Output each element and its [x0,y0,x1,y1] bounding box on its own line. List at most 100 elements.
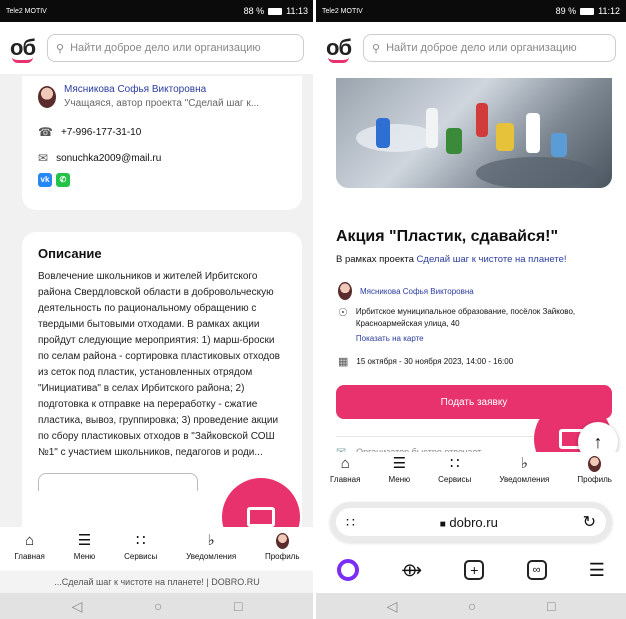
browser-address-bar[interactable]: ∷ ■ dobro.ru ↻ [330,502,612,542]
avatar [38,85,56,108]
organizer-name[interactable]: Мясникова Софья Викторовна [360,287,474,296]
event-dates: 15 октября - 30 ноября 2023, 14:00 - 16:… [356,357,514,366]
dates-row: ▦ 15 октября - 30 ноября 2023, 14:00 - 1… [338,355,513,368]
search-placeholder: Найти доброе дело или организацию [386,42,577,54]
new-tab-icon[interactable]: + [464,560,485,580]
services-icon: ∷ [449,455,460,472]
bottom-nav: ⌂ Главная ☰ Меню ∷ Сервисы ♭ Уведомления Про… [316,452,626,494]
profile-icon [275,533,289,549]
menu-icon: ☰ [77,532,92,549]
services-icon: ∷ [135,532,146,549]
clock: 11:13 [286,6,308,16]
bell-icon: ♭ [520,455,528,472]
nav-notifications[interactable]: ♭ Уведомления [499,455,550,485]
nav-label: Главная [330,475,361,484]
search-icon: ⚲ [56,42,65,55]
event-title: Акция "Пластик, сдавайся!" [336,228,559,245]
description-title: Описание [38,246,102,261]
url-text: dobro.ru [449,514,498,530]
nav-menu[interactable]: ☰ Меню [388,455,411,485]
nav-profile[interactable]: Профиль [577,456,612,484]
dobro-logo[interactable]: об [326,35,352,63]
back-icon[interactable]: ◁ [72,598,83,615]
reload-icon[interactable]: ↻ [583,512,596,532]
home-icon: ⌂ [25,532,35,549]
event-address: Ирбитское муниципальное образование, пос… [355,307,576,328]
nav-profile[interactable]: Профиль [265,533,300,561]
tabs-icon[interactable]: ∞ [526,560,547,580]
avatar [338,282,352,300]
lock-icon: ■ [439,518,446,530]
status-bar: Tele2 MOTIV 88 % 11:13 [0,0,314,22]
app-header: об ⚲ Найти доброе дело или организацию [316,22,626,74]
system-nav-bar: ◁ ○ □ [316,593,626,619]
alice-assistant-icon[interactable] [337,559,360,581]
search-placeholder: Найти доброе дело или организацию [70,42,261,54]
arrow-up-icon: ↑ [593,431,603,452]
home-icon: ⌂ [340,455,350,472]
description-text: Вовлечение школьников и жителей Ирбитско… [38,271,280,458]
share-icon[interactable]: ⟴ [401,560,422,581]
calendar-icon: ▦ [338,356,349,368]
browser-title: ...Сделай шаг к чистоте на планете! | DO… [0,571,314,593]
nav-services[interactable]: ∷ Сервисы [438,455,472,485]
home-circle-icon[interactable]: ○ [154,598,162,614]
home-circle-icon[interactable]: ○ [468,598,476,614]
menu-icon: ☰ [392,455,407,472]
clock: 11:12 [598,6,620,16]
event-photo [336,78,612,188]
location-pin-icon: ☉ [338,307,348,319]
bell-icon: ♭ [207,532,215,549]
nav-home[interactable]: ⌂ Главная [330,455,361,485]
whatsapp-icon[interactable]: ✆ [56,173,70,187]
battery-icon [268,7,283,15]
app-header: об ⚲ Найти доброе дело или организацию [0,22,314,74]
dobro-logo[interactable]: об [10,35,36,63]
more-button[interactable] [38,473,198,491]
organizer-card: Мясникова Софья Викторовна Учащаяся, авт… [22,76,302,210]
email-icon: ✉ [38,151,49,165]
organizer-name[interactable]: Мясникова Софья Викторовна [64,84,259,95]
organizer-phone[interactable]: +7-996-177-31-10 [61,127,141,138]
show-on-map-link[interactable]: Показать на карте [356,334,598,343]
battery-percent: 88 % [243,6,265,16]
nav-label: Уведомления [186,552,237,561]
system-nav-bar: ◁ ○ □ [0,593,314,619]
back-icon[interactable]: ◁ [387,598,398,615]
battery-percent: 89 % [555,6,577,16]
nav-label: Меню [73,552,96,561]
bottom-nav: ⌂ Главная ☰ Меню ∷ Сервисы ♭ Уведомления Про… [0,527,314,571]
battery-icon [580,7,595,15]
nav-label: Меню [388,475,411,484]
left-phone-screen: Tele2 MOTIV 88 % 11:13 об ⚲ Найти доброе… [0,0,314,619]
right-phone-screen: Tele2 MOTIV 89 % 11:12 об ⚲ Найти доброе… [316,0,626,619]
address-row: ☉ Ирбитское муниципальное образование, п… [338,306,598,343]
recents-icon[interactable]: □ [547,598,555,614]
search-input[interactable]: ⚲ Найти доброе дело или организацию [363,34,616,62]
organizer-row: Мясникова Софья Викторовна [338,282,474,300]
envelope-icon [247,507,275,527]
search-input[interactable]: ⚲ Найти доброе дело или организацию [47,34,304,62]
url-field[interactable]: ■ dobro.ru [440,515,498,530]
nav-label: Уведомления [499,475,550,484]
browser-menu-icon[interactable]: ☰ [589,560,605,581]
nav-label: Профиль [577,475,612,484]
nav-home[interactable]: ⌂ Главная [14,532,44,562]
organizer-email[interactable]: sonuchka2009@mail.ru [56,153,161,164]
vk-icon[interactable]: vk [38,173,52,187]
browser-apps-icon[interactable]: ∷ [346,514,355,531]
nav-label: Сервисы [124,552,158,561]
nav-services[interactable]: ∷ Сервисы [124,532,158,562]
plastic-bottles-image [356,103,596,188]
recents-icon[interactable]: □ [234,598,242,614]
organizer-role: Учащаяся, автор проекта "Сделай шаг к... [64,98,260,109]
nav-notifications[interactable]: ♭ Уведомления [186,532,237,562]
nav-menu[interactable]: ☰ Меню [73,532,96,562]
profile-icon [588,456,602,472]
carrier-label: Tele2 MOTIV [6,7,47,15]
carrier-label: Tele2 MOTIV [322,7,363,15]
nav-label: Сервисы [438,475,472,484]
project-link[interactable]: Сделай шаг к чистоте на планете! [417,254,567,265]
project-prefix: В рамках проекта [336,254,414,265]
phone-icon: ☎ [38,125,53,139]
